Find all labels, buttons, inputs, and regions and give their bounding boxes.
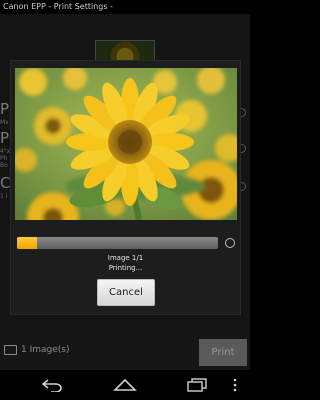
recent-apps-icon[interactable]	[186, 378, 208, 392]
app-title: Canon EPP - Print Settings -	[3, 2, 113, 11]
printing-status-label: Printing...	[108, 264, 143, 272]
image-index-label: Image 1/1	[107, 254, 144, 262]
background-setting-value: Mx	[0, 119, 9, 126]
print-button[interactable]: Print	[199, 339, 247, 366]
loading-spinner-icon	[225, 238, 235, 248]
background-setting-value: Bo	[0, 162, 8, 169]
background-setting-label: P	[0, 100, 10, 118]
background-setting-label: C	[0, 174, 11, 192]
image-count: 1 Image(s)	[4, 345, 70, 355]
background-setting-value: Ph	[0, 155, 8, 162]
back-icon[interactable]	[41, 378, 63, 392]
background-setting-value: 1 i	[0, 193, 8, 200]
image-icon	[4, 345, 17, 355]
print-progress-bar	[17, 237, 218, 249]
home-icon[interactable]	[113, 378, 137, 392]
photo-preview	[15, 68, 237, 220]
background-setting-value: 4"x	[0, 148, 11, 155]
navigation-bar	[0, 370, 250, 400]
cancel-button[interactable]: Cancel	[97, 279, 155, 306]
image-count-label: 1 Image(s)	[21, 345, 70, 355]
menu-icon[interactable]	[232, 378, 238, 392]
printing-dialog: Image 1/1 Printing... Cancel	[10, 60, 241, 315]
background-setting-label: P	[0, 129, 10, 147]
print-progress-fill	[17, 237, 38, 249]
